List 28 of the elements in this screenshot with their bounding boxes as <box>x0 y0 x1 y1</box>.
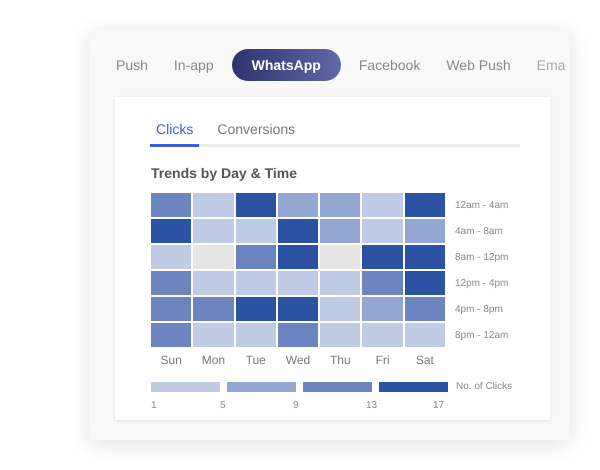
time-label: 4pm - 8pm <box>455 302 504 316</box>
time-label: 12pm - 4pm <box>455 276 508 290</box>
day-label: Thu <box>328 352 352 369</box>
channel-tab[interactable]: Web Push <box>438 49 519 81</box>
legend-tick: 9 <box>293 399 299 413</box>
metric-tab[interactable]: Conversions <box>217 119 296 147</box>
legend-tick: 5 <box>220 399 226 413</box>
day-label: Wed <box>284 352 312 369</box>
legend-tick: 13 <box>366 399 378 413</box>
day-label: Sat <box>414 352 435 369</box>
channel-tab[interactable]: WhatsApp <box>232 49 341 81</box>
channel-tab[interactable]: Ema <box>528 49 570 81</box>
day-label: Tue <box>244 352 267 369</box>
time-label: 4am - 8am <box>455 224 504 238</box>
day-label: Fri <box>374 352 391 369</box>
metric-tab[interactable]: Clicks <box>150 119 200 147</box>
time-label: 8am - 12pm <box>455 250 508 264</box>
legend-label: No. of Clicks <box>456 380 512 394</box>
legend-tick: 17 <box>433 399 444 413</box>
time-label: 12am - 4am <box>455 198 508 212</box>
channel-tab[interactable]: Push <box>108 49 156 81</box>
chart-title: Trends by Day & Time <box>151 164 298 183</box>
channel-tab[interactable]: Facebook <box>350 49 428 81</box>
channel-tab[interactable]: In-app <box>166 49 222 81</box>
legend-tick: 1 <box>151 399 157 413</box>
day-label: Sun <box>159 352 183 369</box>
day-label: Mon <box>200 352 226 369</box>
time-label: 8pm - 12am <box>455 328 508 342</box>
